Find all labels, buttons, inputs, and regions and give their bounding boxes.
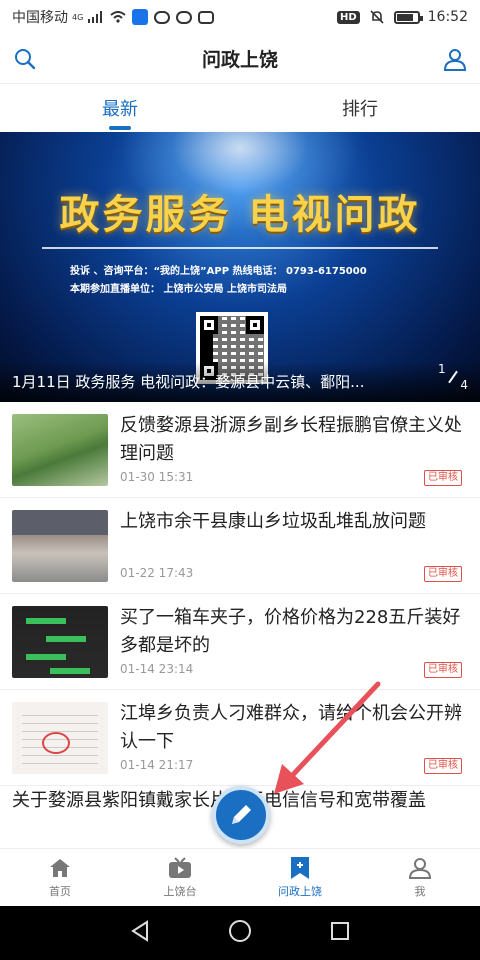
app-notification-icon [131,9,149,25]
network-label: 4G [72,12,84,22]
nav-label: 上饶台 [163,885,197,898]
home-icon [47,856,73,880]
status-bar: 中国移动 4G HD 16:52 [0,0,480,34]
signal-icon [87,10,105,24]
nav-home[interactable]: 首页 [0,849,120,906]
bottom-navigation: 首页 上饶台 问政上饶 我 [0,848,480,906]
news-item[interactable]: 江埠乡负责人刁难群众，请给个机会公开辨认一下 01-14 21:17 已审核 [0,690,480,786]
compose-fab[interactable] [212,786,270,844]
nav-me[interactable]: 我 [360,849,480,906]
recents-icon[interactable] [329,920,351,946]
app-header: 问政上饶 [0,34,480,84]
news-title: 上饶市余干县康山乡垃圾乱堆乱放问题 [120,511,426,532]
carrier-label: 中国移动 [12,10,68,26]
back-icon[interactable] [129,920,151,946]
message-icon [153,10,171,24]
pointer-arrow-icon [274,681,381,794]
hd-icon: HD [336,10,360,24]
news-time: 01-14 21:17 [120,758,194,772]
news-thumbnail [12,702,108,774]
page-title: 问政上饶 [201,49,278,71]
nav-label: 问政上饶 [278,885,322,898]
news-item[interactable]: 上饶市余干县康山乡垃圾乱堆乱放问题 01-22 17:43 已审核 [0,498,480,594]
status-badge: 已审核 [424,662,462,678]
user-icon [407,856,433,880]
status-badge: 已审核 [424,470,462,486]
battery-icon [393,10,423,24]
news-title: 买了一箱车夹子，价格价格为228五斤装好多都是坏的 [120,607,461,656]
banner-main-title: 政务服务 电视问政 [59,192,421,238]
news-thumbnail [12,510,108,582]
tab-latest[interactable]: 最新 [0,84,240,132]
tab-ranking[interactable]: 排行 [240,84,480,132]
news-time: 01-22 17:43 [120,566,194,580]
page-total: 4 [460,378,468,392]
banner-info-line2: 本期参加直播单位： 上饶市公安局 上饶市司法局 [70,284,287,295]
system-navigation-bar [0,906,480,960]
notification-icon [197,10,215,24]
nav-label: 首页 [49,885,71,898]
tab-bar: 最新 排行 [0,84,480,132]
bookmark-icon [287,856,313,880]
status-badge: 已审核 [424,758,462,774]
news-time: 01-30 15:31 [120,470,194,484]
nav-label: 我 [414,885,426,898]
banner-page-indicator: 1 4 [438,362,468,392]
page-current: 1 [438,362,446,376]
nav-wenzheng[interactable]: 问政上饶 [240,849,360,906]
banner-divider [42,247,438,249]
news-item[interactable]: 买了一箱车夹子，价格价格为228五斤装好多都是坏的 01-14 23:14 已审… [0,594,480,690]
news-thumbnail [12,606,108,678]
banner-info-line1: 投诉 、咨询平台：“我的上饶”APP 热线电话： 0793-6175000 [70,266,367,277]
nav-shangrao-tv[interactable]: 上饶台 [120,849,240,906]
news-item[interactable]: 反馈婺源县浙源乡副乡长程振鹏官僚主义处理问题 01-30 15:31 已审核 [0,402,480,498]
news-time: 01-14 23:14 [120,662,194,676]
clock: 16:52 [427,9,468,25]
status-badge: 已审核 [424,566,462,582]
wechat-icon [175,10,193,24]
user-icon[interactable] [440,44,470,74]
search-icon[interactable] [10,44,40,74]
news-thumbnail [12,414,108,486]
mute-icon [368,10,386,24]
banner-caption: 1月11日 政务服务 电视问政：婺源县中云镇、鄱阳... [12,373,365,391]
pencil-icon [232,805,251,824]
news-list: 反馈婺源县浙源乡副乡长程振鹏官僚主义处理问题 01-30 15:31 已审核 上… [0,402,480,811]
banner-carousel[interactable]: 政务服务 电视问政 投诉 、咨询平台：“我的上饶”APP 热线电话： 0793-… [0,132,480,402]
news-title: 反馈婺源县浙源乡副乡长程振鹏官僚主义处理问题 [120,415,462,464]
home-circle-icon[interactable] [228,919,252,947]
wifi-icon [109,10,127,24]
tv-icon [167,856,193,880]
